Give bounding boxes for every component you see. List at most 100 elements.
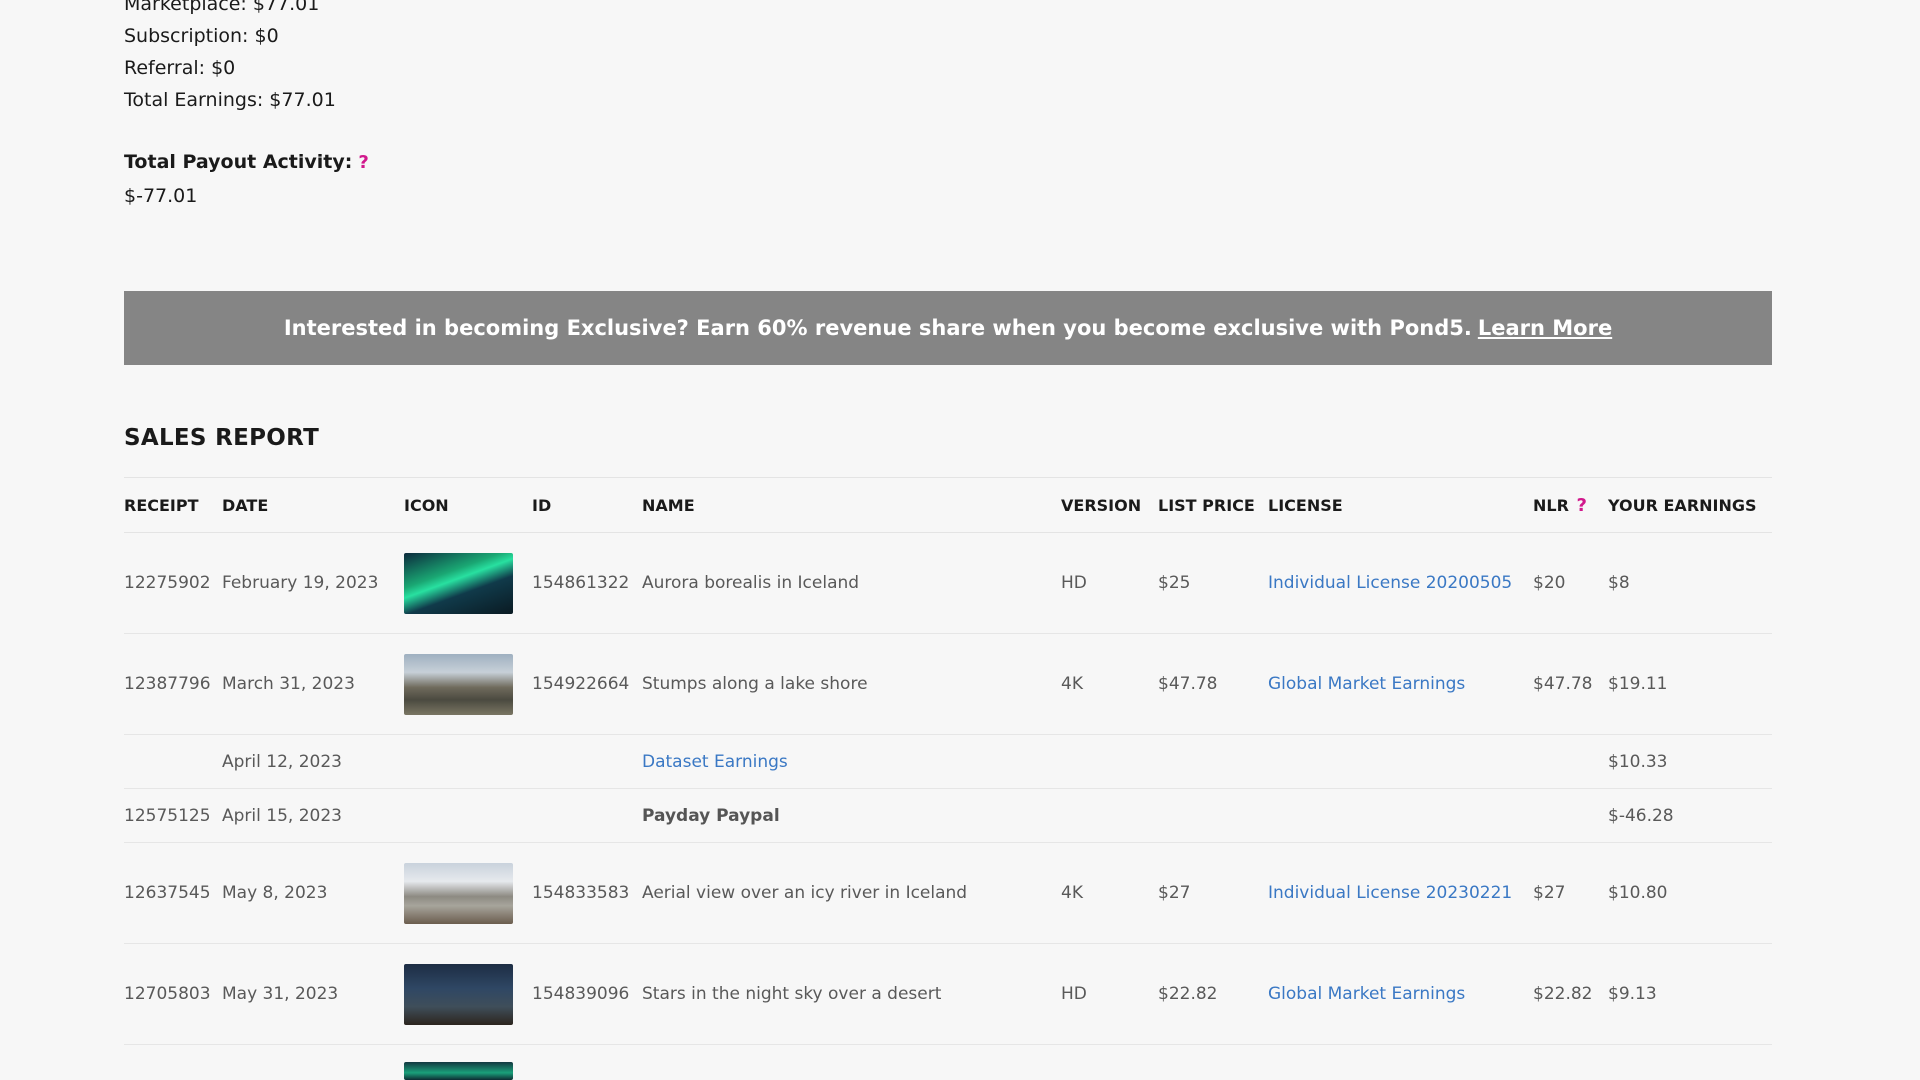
- account-content: Marketplace: $77.01 Subscription: $0 Ref…: [124, 0, 1772, 1045]
- list-price-cell: $22.82: [1158, 943, 1268, 1045]
- col-receipt[interactable]: RECEIPT: [124, 477, 222, 533]
- receipt-cell: 12637545: [124, 842, 222, 944]
- icon-cell: [404, 788, 532, 843]
- payout-activity: Total Payout Activity:? $-77.01: [124, 146, 1772, 213]
- nlr-cell: $47.78: [1533, 633, 1608, 735]
- table-header-row: RECEIPT DATE ICON ID NAME VERSION LIST P…: [124, 477, 1772, 533]
- list-price-cell: $47.78: [1158, 633, 1268, 735]
- list-price-cell: $27: [1158, 842, 1268, 944]
- license-link[interactable]: Global Market Earnings: [1268, 984, 1465, 1004]
- earnings-cell: $8: [1608, 532, 1772, 634]
- receipt-cell: 12575125: [124, 788, 222, 843]
- earnings-cell: $10.33: [1608, 734, 1772, 789]
- payout-help-icon[interactable]: ?: [358, 152, 368, 173]
- earnings-cell: $9.13: [1608, 943, 1772, 1045]
- night-sky-thumbnail[interactable]: [404, 963, 513, 1025]
- date-cell: March 31, 2023: [222, 633, 404, 735]
- version-cell: [1061, 734, 1158, 789]
- license-cell: Global Market Earnings: [1268, 943, 1533, 1045]
- earnings-cell: $-46.28: [1608, 788, 1772, 843]
- aurora-thumbnail[interactable]: [404, 552, 513, 614]
- icon-cell: [404, 734, 532, 789]
- icon-cell: [404, 842, 532, 944]
- date-cell: May 31, 2023: [222, 943, 404, 1045]
- id-cell: 154922664: [532, 633, 642, 735]
- nlr-cell: $22.82: [1533, 943, 1608, 1045]
- nlr-cell: $20: [1533, 532, 1608, 634]
- sales-table: RECEIPT DATE ICON ID NAME VERSION LIST P…: [124, 477, 1772, 1045]
- license-cell: [1268, 788, 1533, 843]
- total-earnings: Total Earnings: $77.01: [124, 89, 336, 111]
- id-cell: 154839096: [532, 943, 642, 1045]
- payout-label: Total Payout Activity:: [124, 151, 353, 173]
- partial-thumbnail[interactable]: [404, 1062, 513, 1080]
- nlr-cell: [1533, 734, 1608, 789]
- col-list-price[interactable]: LIST PRICE: [1158, 477, 1268, 533]
- nlr-cell: [1533, 788, 1608, 843]
- date-cell: May 8, 2023: [222, 842, 404, 944]
- icy-river-thumbnail[interactable]: [404, 862, 513, 924]
- icon-cell: [404, 943, 532, 1045]
- date-cell: February 19, 2023: [222, 532, 404, 634]
- icon-cell: [404, 532, 532, 634]
- icon-cell: [404, 633, 532, 735]
- name-cell: Aurora borealis in Iceland: [642, 532, 1061, 634]
- list-price-cell: [1158, 788, 1268, 843]
- version-cell: 4K: [1061, 842, 1158, 944]
- payout-label-row: Total Payout Activity:?: [124, 146, 1772, 179]
- version-cell: 4K: [1061, 633, 1158, 735]
- marketplace-earnings: Marketplace: $77.01: [124, 0, 320, 15]
- table-row: 12637545 May 8, 2023 154833583 Aerial vi…: [124, 842, 1772, 944]
- exclusive-banner: Interested in becoming Exclusive? Earn 6…: [124, 291, 1772, 365]
- license-cell: [1268, 734, 1533, 789]
- col-earnings[interactable]: YOUR EARNINGS: [1608, 477, 1772, 533]
- version-cell: [1061, 788, 1158, 843]
- version-cell: HD: [1061, 532, 1158, 634]
- col-nlr[interactable]: NLR ?: [1533, 477, 1608, 533]
- id-cell: [532, 734, 642, 789]
- license-link[interactable]: Individual License 20200505: [1268, 573, 1512, 593]
- banner-text: Interested in becoming Exclusive? Earn 6…: [283, 316, 1472, 340]
- receipt-cell: 12705803: [124, 943, 222, 1045]
- table-row: 12705803 May 31, 2023 154839096 Stars in…: [124, 943, 1772, 1045]
- table-row: 12275902 February 19, 2023 154861322 Aur…: [124, 532, 1772, 634]
- sales-report-title: SALES REPORT: [124, 425, 320, 451]
- license-link[interactable]: Individual License 20230221: [1268, 883, 1512, 903]
- nlr-help-icon[interactable]: ?: [1576, 495, 1586, 516]
- nlr-cell: $27: [1533, 842, 1608, 944]
- date-cell: April 15, 2023: [222, 788, 404, 843]
- list-price-cell: $25: [1158, 532, 1268, 634]
- payout-value: $-77.01: [124, 185, 198, 207]
- dataset-earnings-link[interactable]: Dataset Earnings: [642, 752, 788, 772]
- col-name[interactable]: NAME: [642, 477, 1061, 533]
- license-cell: Individual License 20230221: [1268, 842, 1533, 944]
- table-row: 12387796 March 31, 2023 154922664 Stumps…: [124, 633, 1772, 735]
- table-row: April 12, 2023 Dataset Earnings $10.33: [124, 734, 1772, 789]
- version-cell: HD: [1061, 943, 1158, 1045]
- col-license[interactable]: LICENSE: [1268, 477, 1533, 533]
- license-link[interactable]: Global Market Earnings: [1268, 674, 1465, 694]
- table-row: 12575125 April 15, 2023 Payday Paypal $-…: [124, 788, 1772, 843]
- sales-page: Marketplace: $77.01 Subscription: $0 Ref…: [0, 0, 1920, 1080]
- col-version[interactable]: VERSION: [1061, 477, 1158, 533]
- earnings-cell: $19.11: [1608, 633, 1772, 735]
- id-cell: [532, 788, 642, 843]
- name-cell: Stumps along a lake shore: [642, 633, 1061, 735]
- referral-earnings: Referral: $0: [124, 57, 236, 79]
- id-cell: 154861322: [532, 532, 642, 634]
- date-cell: April 12, 2023: [222, 734, 404, 789]
- col-icon: ICON: [404, 477, 532, 533]
- subscription-earnings: Subscription: $0: [124, 25, 279, 47]
- name-cell: Payday Paypal: [642, 788, 1061, 843]
- list-price-cell: [1158, 734, 1268, 789]
- name-cell: Stars in the night sky over a desert: [642, 943, 1061, 1045]
- learn-more-link[interactable]: Learn More: [1478, 316, 1612, 340]
- col-id[interactable]: ID: [532, 477, 642, 533]
- name-cell: Aerial view over an icy river in Iceland: [642, 842, 1061, 944]
- receipt-cell: 12275902: [124, 532, 222, 634]
- lake-stumps-thumbnail[interactable]: [404, 653, 513, 715]
- earnings-cell: $10.80: [1608, 842, 1772, 944]
- license-cell: Individual License 20200505: [1268, 532, 1533, 634]
- col-date[interactable]: DATE: [222, 477, 404, 533]
- name-cell: Dataset Earnings: [642, 734, 1061, 789]
